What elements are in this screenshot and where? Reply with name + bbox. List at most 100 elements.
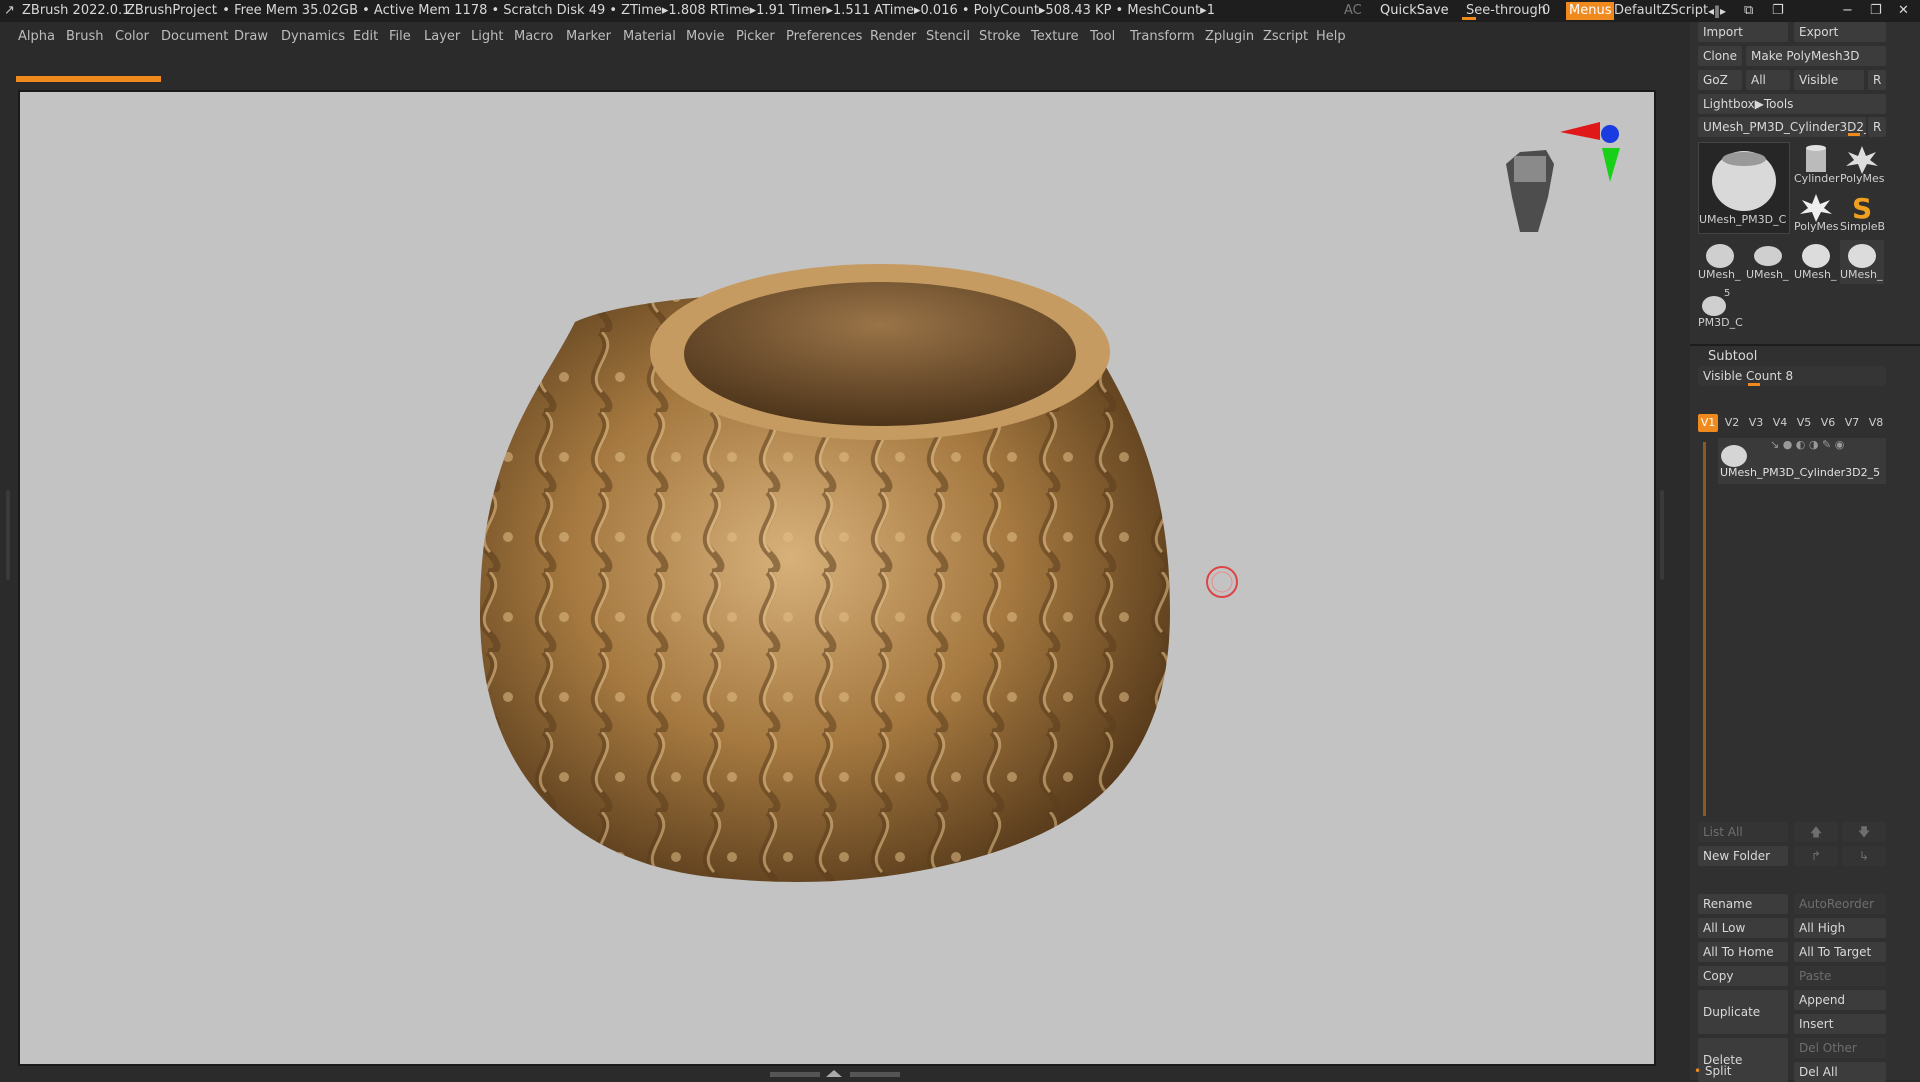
menu-draw[interactable]: Draw [234,26,268,48]
clone-button[interactable]: Clone [1698,46,1742,66]
tool-thumb-umesh-2[interactable]: UMesh_ [1746,240,1790,284]
menu-preferences[interactable]: Preferences [786,26,862,48]
menu-stroke[interactable]: Stroke [979,26,1020,48]
all-low-button[interactable]: All Low [1698,918,1788,938]
seethrough-value: 0 [1542,3,1551,18]
folder-in-icon[interactable]: ↳ [1842,846,1886,866]
tab-v8[interactable]: V8 [1866,414,1886,432]
menu-render[interactable]: Render [870,26,916,48]
tool-thumb-cylinder[interactable]: Cylinder [1794,144,1840,188]
quicksave-button[interactable]: QuickSave [1380,0,1449,22]
close-icon[interactable]: ✕ [1898,0,1909,22]
duplicate-button[interactable]: Duplicate [1698,990,1788,1034]
insert-button[interactable]: Insert [1794,1014,1886,1034]
folder-out-icon[interactable]: ↱ [1794,846,1838,866]
current-tool-r-button[interactable]: R [1868,117,1886,137]
all-to-target-button[interactable]: All To Target [1794,942,1886,962]
restore-icon[interactable]: ❐ [1870,0,1882,22]
menu-movie[interactable]: Movie [686,26,724,48]
svg-text:S: S [1852,192,1872,222]
current-tool-slider[interactable]: UMesh_PM3D_Cylinder3D2_5 [1698,117,1866,137]
tab-v3[interactable]: V3 [1746,414,1766,432]
make-polymesh-button[interactable]: Make PolyMesh3D [1746,46,1886,66]
tab-v5[interactable]: V5 [1794,414,1814,432]
tool-thumb-polymesh-2[interactable]: PolyMes [1794,192,1839,236]
menu-zplugin[interactable]: Zplugin [1205,26,1254,48]
new-folder-button[interactable]: New Folder [1698,846,1788,866]
rename-button[interactable]: Rename [1698,894,1788,914]
seethrough-slider[interactable]: See-through 0 [1462,0,1556,22]
goz-visible-button[interactable]: Visible [1794,70,1864,90]
move-down-icon[interactable]: 🡇 [1842,822,1886,842]
menu-transform[interactable]: Transform [1130,26,1195,48]
tool-thumb-main[interactable]: UMesh_PM3D_C [1698,142,1790,234]
all-high-button[interactable]: All High [1794,918,1886,938]
paste-button[interactable]: Paste [1794,966,1886,986]
right-tray-handle[interactable] [1660,490,1664,580]
tool-thumb-umesh-4[interactable]: UMesh_ [1840,240,1884,284]
toggle-icon[interactable]: ❐ [1772,0,1784,22]
del-all-button[interactable]: Del All [1794,1062,1886,1082]
menu-alpha[interactable]: Alpha [18,26,55,48]
del-other-button[interactable]: Del Other [1794,1038,1886,1058]
menu-stencil[interactable]: Stencil [926,26,970,48]
interface-icon[interactable]: ⧉ [1744,0,1753,22]
menu-layer[interactable]: Layer [424,26,460,48]
current-tool-name: UMesh_PM3D_Cylinder3D2_5 [1703,120,1866,134]
menu-document[interactable]: Document [161,26,228,48]
tool-thumb-pm3d[interactable]: 5 PM3D_C [1698,288,1743,332]
export-button[interactable]: Export [1794,22,1886,42]
menu-marker[interactable]: Marker [566,26,611,48]
bottom-tray-handle[interactable] [770,1068,900,1080]
goz-all-button[interactable]: All [1746,70,1790,90]
default-zscript-button[interactable]: DefaultZScript [1614,0,1708,22]
menu-color[interactable]: Color [115,26,149,48]
tab-v6[interactable]: V6 [1818,414,1838,432]
menu-picker[interactable]: Picker [736,26,775,48]
autoreorder-button[interactable]: AutoReorder [1794,894,1886,914]
goz-button[interactable]: GoZ [1698,70,1742,90]
ac-label[interactable]: AC [1344,0,1362,22]
goz-r-button[interactable]: R [1868,70,1886,90]
tab-v2[interactable]: V2 [1722,414,1742,432]
tool-thumb-umesh-3[interactable]: UMesh_ [1794,240,1838,284]
menu-tool[interactable]: Tool [1090,26,1115,48]
tool-thumb-label: Cylinder [1794,172,1840,185]
left-tray-handle[interactable] [6,490,10,580]
menu-help[interactable]: Help [1316,26,1346,48]
append-button[interactable]: Append [1794,990,1886,1010]
tab-v7[interactable]: V7 [1842,414,1862,432]
import-button[interactable]: Import [1698,22,1788,42]
subtool-visibility-icons[interactable]: ↘ ● ◐ ◑ ✎ ◉ [1770,438,1844,451]
move-up-icon[interactable]: 🡅 [1794,822,1838,842]
copy-button[interactable]: Copy [1698,966,1788,986]
tab-v1[interactable]: V1 [1698,414,1718,432]
menu-macro[interactable]: Macro [514,26,553,48]
menus-button[interactable]: Menus [1566,2,1615,20]
all-to-home-button[interactable]: All To Home [1698,942,1788,962]
subtool-scrollbar[interactable] [1703,442,1706,816]
lightbox-tools-button[interactable]: Lightbox▶Tools [1698,94,1886,114]
menu-light[interactable]: Light [471,26,503,48]
menu-dynamics[interactable]: Dynamics [281,26,345,48]
tool-thumb-simplebrush[interactable]: S SimpleB [1840,192,1885,236]
menu-material[interactable]: Material [623,26,676,48]
visible-count-slider[interactable]: Visible Count 8 [1698,366,1886,386]
tool-thumb-polymesh[interactable]: PolyMes [1840,144,1885,188]
subtool-title[interactable]: Subtool [1708,349,1757,364]
menu-texture[interactable]: Texture [1031,26,1079,48]
layout-icon[interactable]: ◂‖▸ [1708,0,1726,22]
minimize-icon[interactable]: − [1842,0,1853,22]
seethrough-label: See-through [1466,3,1547,18]
subtool-list-item[interactable]: ↘ ● ◐ ◑ ✎ ◉ UMesh_PM3D_Cylinder3D2_5 [1718,438,1886,484]
menu-brush[interactable]: Brush [66,26,104,48]
navigation-gizmo[interactable] [1506,122,1620,232]
list-all-button[interactable]: List All [1698,822,1788,842]
menu-zscript[interactable]: Zscript [1263,26,1308,48]
menu-edit[interactable]: Edit [353,26,378,48]
tool-thumb-umesh-1[interactable]: UMesh_ [1698,240,1742,284]
split-section[interactable]: • Split [1694,1064,1732,1078]
tab-v4[interactable]: V4 [1770,414,1790,432]
menu-file[interactable]: File [389,26,411,48]
canvas-viewport[interactable] [18,90,1656,1066]
